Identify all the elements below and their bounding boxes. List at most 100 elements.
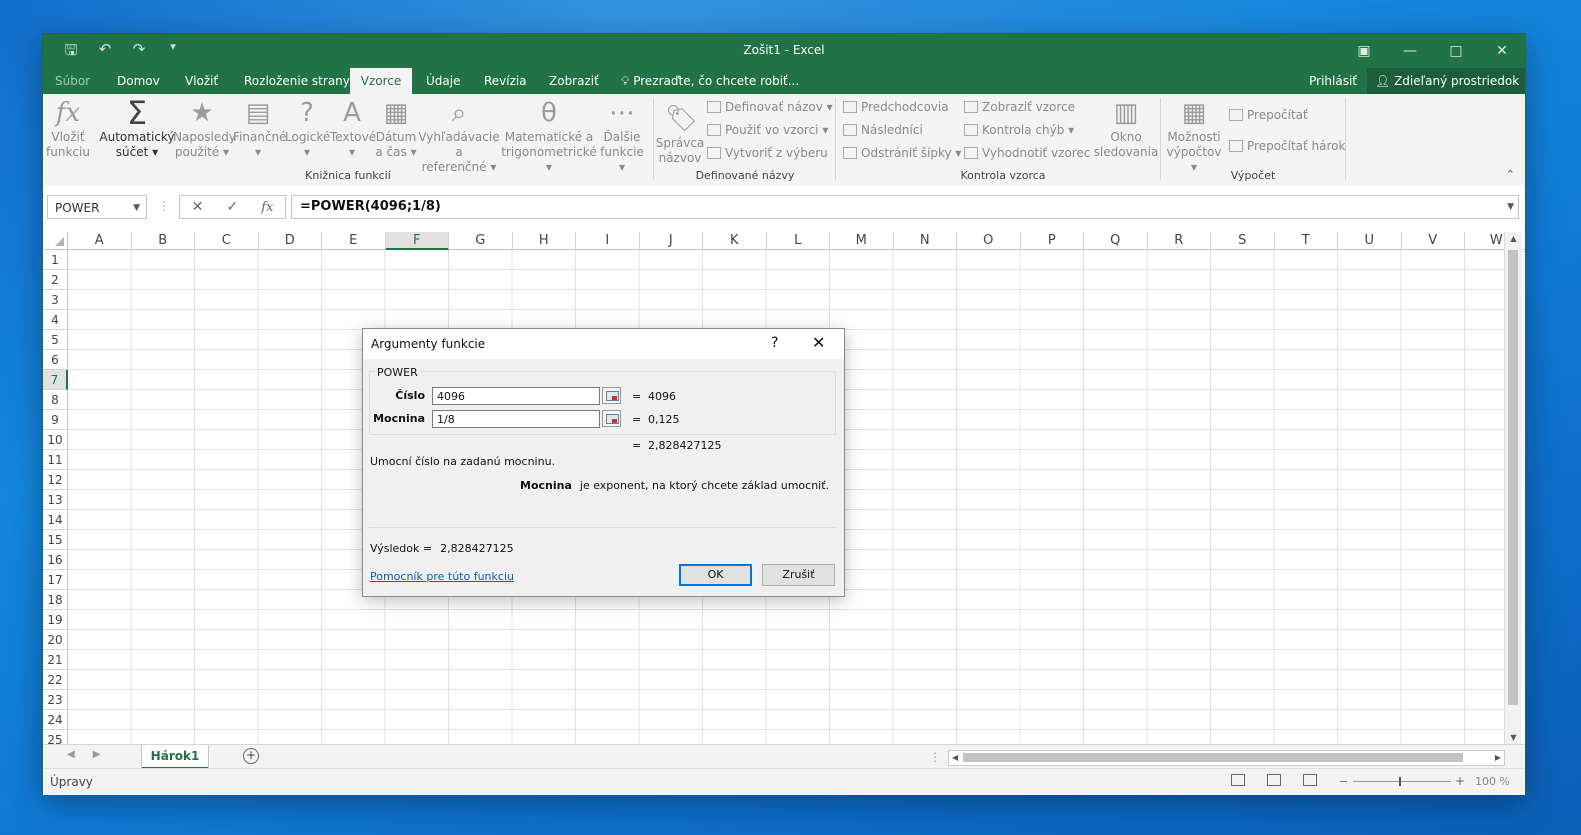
calculate-now-button[interactable]: Prepočítať: [1229, 108, 1308, 122]
show-formulas-button[interactable]: Zobraziť vzorce: [964, 100, 1075, 114]
name-box[interactable]: POWER ▼: [47, 195, 147, 219]
row-header[interactable]: 3: [43, 290, 68, 310]
logical-button[interactable]: ? Logické ▾: [285, 98, 330, 160]
more-functions-button[interactable]: ⋯ Ďalšie funkcie ▾: [597, 98, 647, 175]
arg1-input[interactable]: 4096: [432, 387, 600, 405]
chevron-down-icon[interactable]: ▼: [133, 196, 140, 220]
column-header[interactable]: S: [1211, 232, 1275, 250]
remove-arrows-button[interactable]: Odstrániť šípky ▾: [843, 146, 961, 160]
expand-formula-bar-icon[interactable]: ▼: [1507, 196, 1514, 218]
column-header[interactable]: E: [322, 232, 386, 250]
close-icon[interactable]: ✕: [812, 333, 825, 352]
row-header[interactable]: 18: [43, 590, 68, 610]
row-header[interactable]: 2: [43, 270, 68, 290]
row-header[interactable]: 7: [43, 370, 68, 390]
row-header[interactable]: 12: [43, 470, 68, 490]
row-header[interactable]: 17: [43, 570, 68, 590]
scroll-right-icon[interactable]: ▶: [1495, 751, 1501, 765]
column-header[interactable]: I: [576, 232, 640, 250]
splitter-dots-icon[interactable]: ⋮: [158, 199, 170, 213]
recently-used-button[interactable]: ★ Naposledy použité ▾: [173, 98, 236, 160]
row-header[interactable]: 23: [43, 690, 68, 710]
sheet-nav-arrows[interactable]: ◀▶: [67, 749, 118, 760]
zoom-out-icon[interactable]: −: [1339, 775, 1348, 788]
column-header[interactable]: L: [766, 232, 830, 250]
row-header[interactable]: 11: [43, 450, 68, 470]
page-break-view-icon[interactable]: [1303, 774, 1317, 786]
row-header[interactable]: 25: [43, 730, 68, 744]
tell-me-box[interactable]: 💡︎ Prezraďte, čo chcete robiť...: [611, 68, 809, 94]
select-all-corner[interactable]: [43, 232, 68, 250]
column-header[interactable]: N: [893, 232, 957, 250]
create-from-selection-button[interactable]: Vytvoriť z výberu: [707, 146, 828, 160]
use-in-formula-button[interactable]: Použiť vo vzorci ▾: [707, 123, 828, 137]
row-header[interactable]: 10: [43, 430, 68, 450]
horizontal-scroll-thumb[interactable]: [963, 753, 1463, 762]
row-header[interactable]: 13: [43, 490, 68, 510]
normal-view-icon[interactable]: [1231, 774, 1245, 786]
date-time-button[interactable]: ▦ Dátum a čas ▾: [375, 98, 417, 160]
insert-function-button[interactable]: fx Vložiť funkciu: [45, 98, 91, 160]
column-header[interactable]: M: [830, 232, 894, 250]
column-header[interactable]: T: [1274, 232, 1338, 250]
help-icon[interactable]: ?: [771, 335, 778, 351]
column-header[interactable]: U: [1338, 232, 1402, 250]
share-button[interactable]: 👤︎ Zdieľaný prostriedok: [1367, 68, 1525, 94]
trace-precedents-button[interactable]: Predchodcovia: [843, 100, 949, 114]
help-on-function-link[interactable]: Pomocník pre túto funkciu: [370, 570, 514, 583]
scroll-left-icon[interactable]: ◀: [952, 751, 958, 765]
arg2-input[interactable]: 1/8: [432, 410, 600, 428]
insert-function-icon[interactable]: fx: [261, 200, 273, 215]
collapse-dialog-icon[interactable]: [602, 410, 621, 427]
row-header[interactable]: 16: [43, 550, 68, 570]
enter-check-icon[interactable]: ✓: [226, 199, 238, 215]
tab-file[interactable]: Súbor: [45, 68, 101, 94]
splitter-dots-icon[interactable]: ⋮: [929, 750, 941, 764]
tab-page-layout[interactable]: Rozloženie strany: [234, 68, 360, 94]
row-header[interactable]: 22: [43, 670, 68, 690]
tab-home[interactable]: Domov: [107, 68, 170, 94]
scroll-up-icon[interactable]: ▲: [1505, 234, 1522, 243]
vertical-scroll-thumb[interactable]: [1508, 250, 1518, 705]
zoom-slider[interactable]: [1353, 777, 1451, 786]
name-manager-button[interactable]: 🏷︎ Správca názvov: [655, 104, 705, 166]
evaluate-formula-button[interactable]: Vyhodnotiť vzorec: [964, 146, 1090, 160]
column-header[interactable]: R: [1147, 232, 1211, 250]
column-header[interactable]: A: [68, 232, 132, 250]
column-header[interactable]: B: [131, 232, 195, 250]
collapse-dialog-icon[interactable]: [602, 387, 621, 404]
tab-insert[interactable]: Vložiť: [175, 68, 228, 94]
column-header[interactable]: G: [449, 232, 513, 250]
row-header[interactable]: 20: [43, 630, 68, 650]
tab-data[interactable]: Údaje: [416, 68, 470, 94]
column-header[interactable]: P: [1020, 232, 1084, 250]
text-button[interactable]: A Textové ▾: [330, 98, 376, 160]
lookup-reference-button[interactable]: ⌕ Vyhľadávacie a referenčné ▾: [417, 98, 501, 175]
row-header[interactable]: 4: [43, 310, 68, 330]
math-trig-button[interactable]: θ Matematické a trigonometrické ▾: [501, 98, 597, 175]
sheet-tab-harok1[interactable]: Hárok1: [142, 745, 208, 770]
row-header[interactable]: 24: [43, 710, 68, 730]
row-header[interactable]: 6: [43, 350, 68, 370]
zoom-level[interactable]: 100 %: [1475, 775, 1510, 788]
define-name-button[interactable]: Definovať názov ▾: [707, 100, 833, 114]
column-header[interactable]: H: [512, 232, 576, 250]
tab-formulas[interactable]: Vzorce: [350, 68, 412, 94]
column-header[interactable]: F: [385, 232, 449, 250]
add-sheet-icon[interactable]: +: [243, 748, 259, 764]
zoom-in-icon[interactable]: +: [1455, 774, 1465, 788]
row-header[interactable]: 15: [43, 530, 68, 550]
maximize-icon[interactable]: □: [1433, 34, 1479, 68]
row-header[interactable]: 21: [43, 650, 68, 670]
calculate-sheet-button[interactable]: Prepočítať hárok: [1229, 139, 1345, 153]
column-header[interactable]: K: [703, 232, 767, 250]
column-header[interactable]: C: [195, 232, 259, 250]
column-header[interactable]: D: [258, 232, 322, 250]
row-header[interactable]: 14: [43, 510, 68, 530]
page-layout-view-icon[interactable]: [1267, 774, 1281, 786]
autosum-button[interactable]: Σ Automatický súčet ▾: [99, 97, 175, 160]
collapse-ribbon-icon[interactable]: ⌃: [1506, 168, 1515, 181]
watch-window-button[interactable]: ▥ Okno sledovania: [1091, 98, 1161, 160]
row-header[interactable]: 19: [43, 610, 68, 630]
column-header[interactable]: O: [957, 232, 1021, 250]
